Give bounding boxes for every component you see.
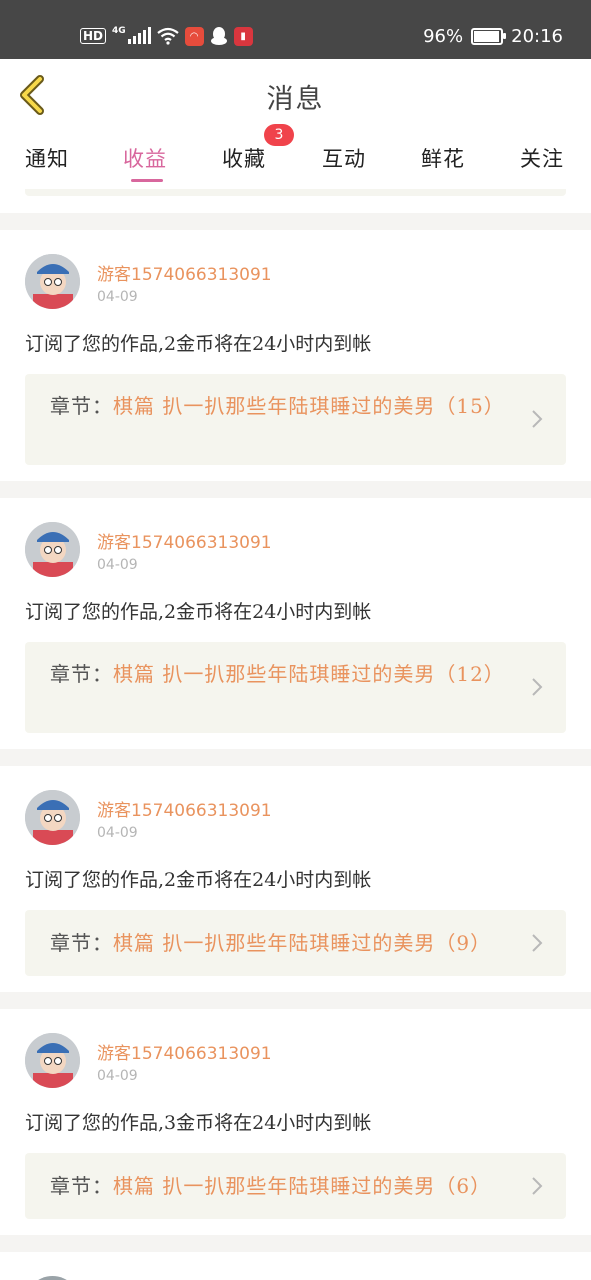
- reader-app-icon: ▮: [233, 26, 253, 46]
- message-card: 游客1574066313091 04-09 订阅了您的作品,2金币将在24小时内…: [0, 498, 591, 749]
- chapter-text: 章节：棋篇 扒一扒那些年陆琪睡过的美男（12）: [50, 660, 516, 688]
- username[interactable]: 游客1574066313091: [97, 796, 272, 821]
- tab-earnings[interactable]: 收益: [123, 143, 167, 173]
- chevron-right-icon: [532, 678, 543, 696]
- tab-bar: 通知 收益 收藏 3 互动 鲜花 关注: [0, 124, 591, 189]
- chapter-link[interactable]: 章节：棋篇 扒一扒那些年陆琪睡过的美男（6）: [25, 1153, 566, 1219]
- message-text: 订阅了您的作品,3金币将在24小时内到帐: [25, 1112, 372, 1134]
- app-header: 消息: [0, 59, 591, 132]
- wifi-icon: [156, 27, 179, 45]
- avatar-image: [25, 1033, 80, 1088]
- status-right: 96% 20:16: [423, 26, 563, 47]
- message-card: 游客1574066313091 04-09 订阅了您的作品,2金币将在24小时内…: [0, 766, 591, 992]
- previous-chapter-strip: [25, 189, 566, 196]
- username[interactable]: 游客1574066313091: [97, 528, 272, 553]
- tab-notifications[interactable]: 通知: [25, 143, 69, 173]
- clock: 20:16: [511, 26, 563, 47]
- tab-interactions[interactable]: 互动: [322, 143, 366, 173]
- hd-indicator: HD: [80, 28, 107, 44]
- tab-follows[interactable]: 关注: [520, 143, 564, 173]
- avatar-image: [25, 522, 80, 577]
- chevron-right-icon: [532, 934, 543, 952]
- message-text: 订阅了您的作品,2金币将在24小时内到帐: [25, 869, 372, 891]
- page-title: 消息: [266, 84, 325, 115]
- username[interactable]: 游客1574066313091: [97, 1039, 272, 1064]
- previous-card-partial: [0, 189, 591, 213]
- chevron-right-icon: [532, 1177, 543, 1195]
- chapter-link[interactable]: 章节：棋篇 扒一扒那些年陆琪睡过的美男（9）: [25, 910, 566, 976]
- message-date: 04-09: [97, 825, 138, 841]
- chapter-title: 棋篇 扒一扒那些年陆琪睡过的美男（15）: [113, 394, 505, 418]
- message-text: 订阅了您的作品,2金币将在24小时内到帐: [25, 333, 372, 355]
- tab-flowers[interactable]: 鲜花: [421, 143, 465, 173]
- message-date: 04-09: [97, 557, 138, 573]
- message-card: 游客1574066313091 04-09 订阅了您的作品,3金币将在24小时内…: [0, 1009, 591, 1235]
- favorites-badge: 3: [264, 124, 294, 146]
- chapter-title: 棋篇 扒一扒那些年陆琪睡过的美男（12）: [113, 662, 505, 686]
- chapter-link[interactable]: 章节：棋篇 扒一扒那些年陆琪睡过的美男（15）: [25, 374, 566, 465]
- avatar[interactable]: [25, 522, 80, 577]
- chapter-label: 章节：: [50, 394, 113, 418]
- chapter-label: 章节：: [50, 931, 113, 955]
- message-date: 04-09: [97, 289, 138, 305]
- chapter-title: 棋篇 扒一扒那些年陆琪睡过的美男（9）: [113, 931, 492, 955]
- username[interactable]: 游客1574066313091: [97, 260, 272, 285]
- avatar[interactable]: [25, 1276, 80, 1280]
- app-notification-icon: ◠: [184, 26, 204, 46]
- chapter-text: 章节：棋篇 扒一扒那些年陆琪睡过的美男（6）: [50, 1172, 522, 1200]
- message-date: 04-09: [97, 1068, 138, 1084]
- battery-percent: 96%: [423, 26, 464, 47]
- chapter-text: 章节：棋篇 扒一扒那些年陆琪睡过的美男（9）: [50, 929, 522, 957]
- chapter-link[interactable]: 章节：棋篇 扒一扒那些年陆琪睡过的美男（12）: [25, 642, 566, 733]
- next-card-partial: [0, 1252, 591, 1280]
- avatar-image: [25, 790, 80, 845]
- chevron-right-icon: [532, 410, 543, 428]
- active-tab-indicator: [131, 179, 163, 182]
- chapter-text: 章节：棋篇 扒一扒那些年陆琪睡过的美男（15）: [50, 392, 516, 420]
- status-bar: HD 4G ◠ ▮ 96% 20:16: [0, 0, 591, 59]
- chapter-label: 章节：: [50, 662, 113, 686]
- status-left-icons: HD 4G ◠ ▮: [80, 24, 253, 48]
- chapter-title: 棋篇 扒一扒那些年陆琪睡过的美男（6）: [113, 1174, 492, 1198]
- avatar[interactable]: [25, 790, 80, 845]
- message-card: 游客1574066313091 04-09 订阅了您的作品,2金币将在24小时内…: [0, 230, 591, 481]
- avatar-image: [25, 254, 80, 309]
- signal-icon: [127, 27, 151, 44]
- avatar[interactable]: [25, 254, 80, 309]
- qq-icon: [210, 27, 227, 45]
- message-text: 订阅了您的作品,2金币将在24小时内到帐: [25, 601, 372, 623]
- chapter-label: 章节：: [50, 1174, 113, 1198]
- avatar[interactable]: [25, 1033, 80, 1088]
- tab-favorites[interactable]: 收藏: [222, 143, 266, 173]
- battery-icon: [471, 28, 507, 45]
- network-type: 4G: [112, 26, 126, 36]
